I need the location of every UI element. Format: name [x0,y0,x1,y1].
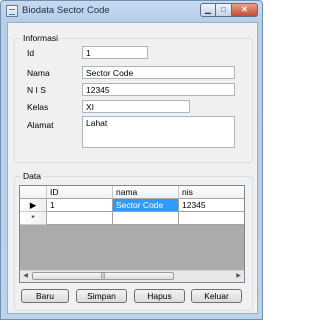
alamat-label: Alamat [27,120,54,130]
column-header-id[interactable]: ID [47,186,113,199]
new-row-asterisk-icon[interactable]: * [20,212,47,225]
kelas-label: Kelas [27,102,49,112]
minimize-icon: ▁ [204,5,212,14]
id-field[interactable]: 1 [82,46,148,59]
new-cell-id[interactable] [47,212,113,225]
new-cell-nis[interactable] [179,212,244,225]
column-header-nama[interactable]: nama [113,186,179,199]
scroll-right-icon[interactable]: ▶ [233,271,244,282]
data-legend: Data [23,171,41,181]
nama-field[interactable]: Sector Code [82,66,235,79]
close-button[interactable]: ✕ [232,3,258,17]
minimize-button[interactable]: ▁ [200,3,216,17]
kelas-field[interactable]: XI [82,100,190,113]
nis-field[interactable]: 12345 [82,83,235,96]
maximize-icon: □ [221,5,226,14]
form-client-area: Informasi Id 1 Nama Sector Code N I S 12… [7,22,258,314]
cell-id[interactable]: 1 [47,199,113,212]
title-bar[interactable]: Biodata Sector Code ▁ □ ✕ [1,1,262,21]
grid-corner-header [20,186,47,199]
id-label: Id [27,48,35,58]
column-header-nis[interactable]: nis [179,186,244,199]
caption-buttons: ▁ □ ✕ [200,3,258,18]
scroll-thumb[interactable]: ||| [32,272,174,280]
form-icon [6,5,18,17]
cell-nis[interactable]: 12345 [179,199,244,212]
window-title: Biodata Sector Code [22,5,110,16]
data-grid[interactable]: ID nama nis ▶ 1 Sector Code 12345 * ◀ ||… [19,185,245,283]
close-icon: ✕ [241,5,248,14]
current-row-indicator-icon[interactable]: ▶ [20,199,47,212]
baru-button[interactable]: Baru [21,289,69,303]
simpan-button[interactable]: Simpan [76,289,127,303]
nama-label: Nama [27,68,50,78]
hapus-button[interactable]: Hapus [134,289,185,303]
app-window: Biodata Sector Code ▁ □ ✕ Informasi Id 1… [0,0,263,320]
nis-label: N I S [27,85,46,95]
maximize-button[interactable]: □ [216,3,232,17]
alamat-textarea[interactable]: Lahat [82,116,235,148]
new-cell-nama[interactable] [113,212,179,225]
cell-nama-selected[interactable]: Sector Code [113,199,179,212]
horizontal-scrollbar[interactable]: ◀ ||| ▶ [20,270,244,282]
scroll-left-icon[interactable]: ◀ [20,271,31,282]
keluar-button[interactable]: Keluar [191,289,242,303]
informasi-legend: Informasi [23,33,58,43]
